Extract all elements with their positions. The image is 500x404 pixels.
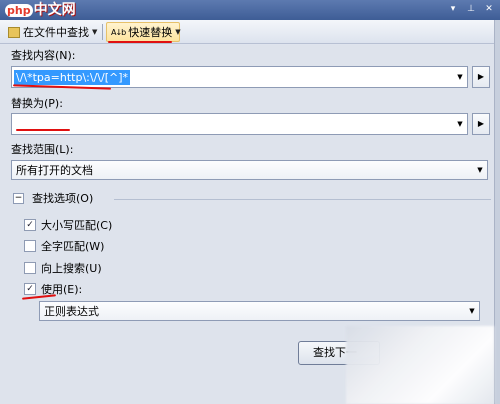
arrow-right-icon: ▶ <box>477 72 485 81</box>
look-in-value: 所有打开的文档 <box>16 164 93 177</box>
php-logo: php 中文网 <box>2 1 79 19</box>
toolbar-separator <box>102 24 103 40</box>
match-case-option[interactable]: ✓ 大小写匹配(C) <box>24 218 112 232</box>
whole-word-checkbox[interactable] <box>24 240 36 252</box>
replace-expression-builder-button[interactable]: ▶ <box>472 113 490 135</box>
search-up-option[interactable]: 向上搜索(U) <box>24 261 102 275</box>
close-icon[interactable]: ✕ <box>482 3 496 16</box>
find-expression-builder-button[interactable]: ▶ <box>472 66 490 88</box>
chevron-down-icon[interactable]: ▼ <box>453 67 467 87</box>
find-in-files-button[interactable]: 在文件中查找 ▼ <box>4 22 101 42</box>
search-up-label: 向上搜索(U) <box>41 262 102 275</box>
match-case-label: 大小写匹配(C) <box>41 219 113 232</box>
look-in-combobox[interactable]: 所有打开的文档 ▼ <box>11 160 488 180</box>
quick-replace-button[interactable]: A↓b 快速替换 ▼ <box>106 22 181 42</box>
find-in-files-icon <box>8 26 20 38</box>
use-mode-value: 正则表达式 <box>44 305 99 318</box>
whole-word-label: 全字匹配(W) <box>41 240 105 253</box>
chevron-down-icon[interactable]: ▼ <box>473 161 487 179</box>
title-bar: php 中文网 ▾ ⊥ ✕ <box>0 0 500 20</box>
collapse-options-toggle[interactable]: − <box>13 193 24 204</box>
look-in-label: 查找范围(L): <box>11 143 74 156</box>
match-case-checkbox[interactable]: ✓ <box>24 219 36 231</box>
whole-word-option[interactable]: 全字匹配(W) <box>24 239 104 253</box>
red-underline-replace <box>16 129 70 131</box>
chevron-down-icon[interactable]: ▼ <box>465 302 479 320</box>
use-checkbox[interactable]: ✓ <box>24 283 36 295</box>
logo-cn-text: 中文网 <box>33 2 76 18</box>
logo-php-text: php <box>5 4 33 17</box>
blurred-overlay <box>346 326 494 404</box>
chevron-down-icon[interactable]: ▼ <box>453 114 467 134</box>
search-up-checkbox[interactable] <box>24 262 36 274</box>
find-what-label: 查找内容(N): <box>11 49 76 62</box>
replace-with-combobox[interactable]: ▼ <box>11 113 468 135</box>
quick-replace-icon: A↓b <box>111 27 126 37</box>
find-what-combobox[interactable]: \/\*tpa=http\:\/\/[^]* ▼ <box>11 66 468 88</box>
window-menu-icon[interactable]: ▾ <box>446 3 460 16</box>
chevron-down-icon: ▼ <box>92 28 98 36</box>
quick-replace-label: 快速替换 <box>128 26 173 39</box>
find-what-value[interactable]: \/\*tpa=http\:\/\/[^]* <box>14 70 130 85</box>
find-in-files-label: 在文件中查找 <box>23 26 89 39</box>
toolbar: 在文件中查找 ▼ A↓b 快速替换 ▼ <box>0 20 500 44</box>
options-divider <box>114 199 491 200</box>
pin-icon[interactable]: ⊥ <box>464 3 478 16</box>
arrow-right-icon: ▶ <box>477 119 485 128</box>
find-options-header: 查找选项(O) <box>32 192 94 205</box>
red-underline-quick-replace <box>108 41 172 43</box>
chevron-down-icon: ▼ <box>175 28 181 36</box>
use-mode-combobox[interactable]: 正则表达式 ▼ <box>39 301 480 321</box>
replace-with-label: 替换为(P): <box>11 97 63 110</box>
vertical-scrollbar[interactable] <box>494 20 500 404</box>
